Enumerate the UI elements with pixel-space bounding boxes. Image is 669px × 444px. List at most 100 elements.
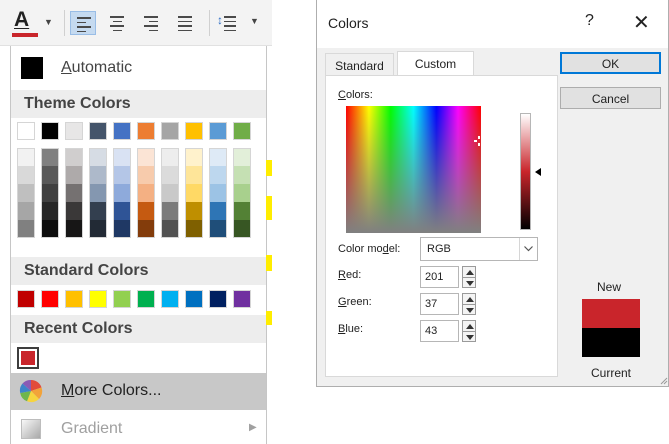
standard-color-swatch[interactable] [185,290,203,308]
standard-color-swatch[interactable] [17,290,35,308]
standard-color-swatch[interactable] [89,290,107,308]
theme-color-swatch[interactable] [41,122,59,140]
red-field[interactable]: 201 [420,266,459,288]
standard-color-swatch[interactable] [209,290,227,308]
align-right-button[interactable] [138,11,164,35]
theme-color-swatch[interactable] [17,122,35,140]
color-spectrum[interactable] [346,106,481,233]
theme-shade-swatch[interactable] [161,220,179,238]
theme-shade-swatch[interactable] [65,220,83,238]
theme-shade-swatch[interactable] [17,148,35,166]
theme-shade-swatch[interactable] [233,220,251,238]
theme-shade-swatch[interactable] [185,148,203,166]
resize-grip-icon[interactable] [660,377,668,385]
standard-color-swatch[interactable] [161,290,179,308]
theme-shade-swatch[interactable] [89,148,107,166]
theme-shade-swatch[interactable] [185,166,203,184]
theme-shade-swatch[interactable] [41,166,59,184]
theme-shade-swatch[interactable] [233,184,251,202]
justify-button[interactable] [172,11,198,35]
theme-shade-swatch[interactable] [137,184,155,202]
automatic-color-item[interactable]: Automatic [11,52,266,84]
theme-color-swatch[interactable] [161,122,179,140]
theme-shade-swatch[interactable] [17,202,35,220]
standard-color-swatch[interactable] [65,290,83,308]
green-field[interactable]: 37 [420,293,459,315]
green-down-icon[interactable] [462,304,476,315]
tab-custom[interactable]: Custom [397,51,474,76]
theme-shade-swatch[interactable] [137,202,155,220]
theme-color-swatch[interactable] [65,122,83,140]
theme-shade-swatch[interactable] [89,220,107,238]
blue-field[interactable]: 43 [420,320,459,342]
theme-color-swatch[interactable] [233,122,251,140]
theme-color-swatch[interactable] [137,122,155,140]
theme-shade-swatch[interactable] [89,184,107,202]
theme-shade-swatch[interactable] [161,166,179,184]
red-down-icon[interactable] [462,277,476,288]
theme-shade-swatch[interactable] [65,166,83,184]
theme-shade-swatch[interactable] [233,202,251,220]
green-up-icon[interactable] [462,293,476,304]
theme-shade-swatch[interactable] [41,220,59,238]
green-stepper[interactable] [462,293,476,315]
theme-shade-swatch[interactable] [113,220,131,238]
theme-shade-swatch[interactable] [185,202,203,220]
theme-shade-swatch[interactable] [17,166,35,184]
theme-shade-swatch[interactable] [65,202,83,220]
ok-button[interactable]: OK [560,52,661,74]
theme-shade-swatch[interactable] [209,220,227,238]
theme-shade-swatch[interactable] [17,220,35,238]
theme-color-swatch[interactable] [113,122,131,140]
more-colors-item[interactable]: More Colors... [11,373,266,410]
theme-shade-swatch[interactable] [113,166,131,184]
theme-shade-swatch[interactable] [161,202,179,220]
theme-shade-swatch[interactable] [113,148,131,166]
theme-shade-swatch[interactable] [137,166,155,184]
theme-shade-swatch[interactable] [185,184,203,202]
theme-shade-swatch[interactable] [209,148,227,166]
theme-shade-swatch[interactable] [209,166,227,184]
blue-down-icon[interactable] [462,331,476,342]
theme-shade-swatch[interactable] [209,184,227,202]
line-spacing-button[interactable]: ↕ ▼ [214,11,262,35]
cancel-button[interactable]: Cancel [560,87,661,109]
standard-color-swatch[interactable] [233,290,251,308]
theme-shade-swatch[interactable] [41,202,59,220]
theme-shade-swatch[interactable] [161,148,179,166]
theme-shade-swatch[interactable] [161,184,179,202]
theme-shade-swatch[interactable] [89,166,107,184]
theme-color-swatch[interactable] [185,122,203,140]
color-model-select[interactable]: RGB [420,237,538,261]
align-left-button[interactable] [70,11,96,35]
align-center-button[interactable] [104,11,130,35]
gradient-item[interactable]: Gradient ▶ [11,416,266,444]
close-icon[interactable]: ✕ [633,10,650,35]
red-up-icon[interactable] [462,266,476,277]
standard-color-swatch[interactable] [41,290,59,308]
recent-color-swatch[interactable] [17,347,39,369]
theme-shade-swatch[interactable] [17,184,35,202]
theme-shade-swatch[interactable] [89,202,107,220]
blue-stepper[interactable] [462,320,476,342]
dropdown-arrow-icon[interactable]: ▼ [44,17,53,27]
standard-color-swatch[interactable] [113,290,131,308]
red-stepper[interactable] [462,266,476,288]
theme-shade-swatch[interactable] [209,202,227,220]
theme-shade-swatch[interactable] [137,220,155,238]
help-button[interactable]: ? [585,12,594,30]
theme-color-swatch[interactable] [209,122,227,140]
theme-shade-swatch[interactable] [185,220,203,238]
theme-shade-swatch[interactable] [137,148,155,166]
blue-up-icon[interactable] [462,320,476,331]
theme-color-swatch[interactable] [89,122,107,140]
luminance-arrow-icon[interactable] [535,167,541,176]
theme-shade-swatch[interactable] [41,184,59,202]
theme-shade-swatch[interactable] [65,148,83,166]
font-color-button[interactable]: A ▼ [10,8,58,38]
standard-color-swatch[interactable] [137,290,155,308]
crosshair-icon[interactable] [474,136,484,146]
theme-shade-swatch[interactable] [113,184,131,202]
theme-shade-swatch[interactable] [41,148,59,166]
theme-shade-swatch[interactable] [65,184,83,202]
